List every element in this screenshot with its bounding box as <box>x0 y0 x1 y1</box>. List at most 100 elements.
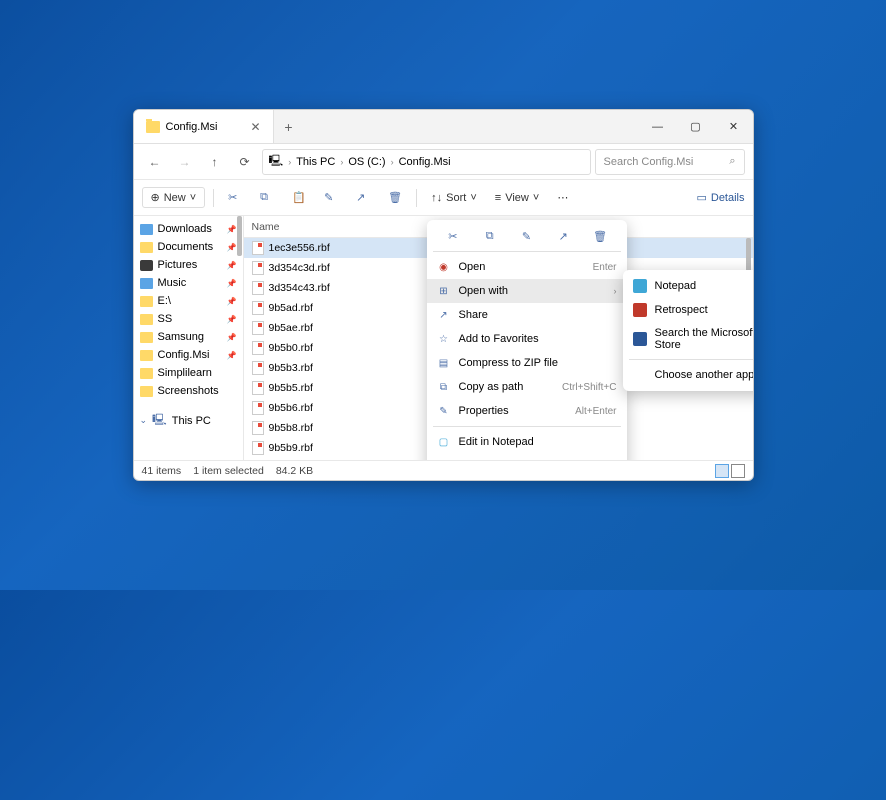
sidebar-item[interactable]: Documents📌 <box>134 238 243 256</box>
submenu-retrospect[interactable]: Retrospect <box>623 298 753 322</box>
breadcrumb[interactable]: 🖳 › This PC › OS (C:) › Config.Msi <box>262 149 591 175</box>
sidebar-item[interactable]: Screenshots <box>134 382 243 400</box>
sidebar-item[interactable]: Downloads📌 <box>134 220 243 238</box>
folder-icon <box>140 350 153 361</box>
folder-icon <box>140 368 153 379</box>
search-input[interactable]: Search Config.Msi ⌕ <box>595 149 745 175</box>
titlebar: Config.Msi ✕ + — ▢ ✕ <box>134 110 753 144</box>
trash-icon[interactable]: 🗑 <box>592 228 608 244</box>
retrospect-icon <box>633 303 647 317</box>
rename-icon: ✎ <box>324 191 338 205</box>
refresh-button[interactable]: ⟳ <box>232 149 258 175</box>
notepad-icon <box>633 279 647 293</box>
sidebar-item[interactable]: Simplilearn <box>134 364 243 382</box>
file-icon <box>252 261 264 275</box>
folder-icon <box>140 242 153 253</box>
folder-icon <box>140 386 153 397</box>
sidebar-item-thispc[interactable]: ⌄ 🖳 This PC <box>134 408 243 433</box>
pin-icon: 📌 <box>227 315 237 324</box>
ctx-share-skype[interactable]: ●Share with Skype <box>427 454 627 460</box>
status-selected: 1 item selected <box>193 465 264 477</box>
copy-path-icon: ⧉ <box>437 380 451 394</box>
file-explorer-window: Config.Msi ✕ + — ▢ ✕ ← → ↑ ⟳ 🖳 › This PC… <box>133 109 754 481</box>
tab-active[interactable]: Config.Msi ✕ <box>134 110 274 143</box>
share-icon: ↗ <box>437 308 451 322</box>
breadcrumb-segment[interactable]: OS (C:) <box>348 156 385 168</box>
zip-icon: ▤ <box>437 356 451 370</box>
breadcrumb-segment[interactable]: Config.Msi <box>399 156 451 168</box>
new-tab-button[interactable]: + <box>274 119 304 135</box>
status-item-count: 41 items <box>142 465 182 477</box>
maximize-button[interactable]: ▢ <box>677 110 715 144</box>
scrollbar[interactable] <box>237 216 242 256</box>
chevron-right-icon: › <box>337 157 346 167</box>
view-details-button[interactable] <box>715 464 729 478</box>
breadcrumb-segment[interactable]: This PC <box>296 156 335 168</box>
cut-icon[interactable]: ✂ <box>445 228 461 244</box>
sidebar-label: E:\ <box>158 295 171 307</box>
file-icon <box>252 361 264 375</box>
separator <box>416 189 417 207</box>
pin-icon: 📌 <box>227 351 237 360</box>
ctx-add-favorites[interactable]: ☆Add to Favorites <box>427 327 627 351</box>
status-bar: 41 items 1 item selected 84.2 KB <box>134 460 753 480</box>
new-button[interactable]: ⊕ New ˅ <box>142 187 206 208</box>
blank-icon <box>633 368 647 382</box>
submenu-store[interactable]: Search the Microsoft Store <box>623 322 753 356</box>
details-button[interactable]: ▭ Details <box>696 191 744 204</box>
more-button[interactable]: ⋯ <box>551 187 574 208</box>
context-icon-row: ✂ ⧉ ✎ ↗ 🗑 <box>427 224 627 248</box>
submenu-choose-app[interactable]: Choose another app <box>623 363 753 387</box>
sidebar-label: Documents <box>158 241 214 253</box>
view-thumbnails-button[interactable] <box>731 464 745 478</box>
sidebar-item[interactable]: SS📌 <box>134 310 243 328</box>
copy-icon[interactable]: ⧉ <box>482 228 498 244</box>
chevron-down-icon: ⌄ <box>140 415 148 426</box>
sort-button[interactable]: ↑↓ Sort ˅ <box>425 188 483 208</box>
sidebar-item[interactable]: Music📌 <box>134 274 243 292</box>
properties-icon: ✎ <box>437 404 451 418</box>
back-button[interactable]: ← <box>142 149 168 175</box>
delete-button[interactable]: 🗑 <box>382 187 408 209</box>
ctx-open[interactable]: ◉OpenEnter <box>427 255 627 279</box>
minimize-button[interactable]: — <box>639 110 677 144</box>
submenu-notepad[interactable]: Notepad <box>623 274 753 298</box>
paste-icon: 📋 <box>292 191 306 205</box>
address-bar: ← → ↑ ⟳ 🖳 › This PC › OS (C:) › Config.M… <box>134 144 753 180</box>
separator <box>213 189 214 207</box>
paste-button[interactable]: 📋 <box>286 187 312 209</box>
sidebar-item[interactable]: Config.Msi📌 <box>134 346 243 364</box>
folder-icon <box>140 314 153 325</box>
ctx-edit-notepad[interactable]: ▢Edit in Notepad <box>427 430 627 454</box>
ctx-open-with[interactable]: ⊞Open with› <box>427 279 627 303</box>
share-button[interactable]: ↗ <box>350 187 376 209</box>
share-icon[interactable]: ↗ <box>555 228 571 244</box>
skype-icon: ● <box>437 459 451 460</box>
pin-icon: 📌 <box>227 279 237 288</box>
rename-icon[interactable]: ✎ <box>518 228 534 244</box>
close-tab-icon[interactable]: ✕ <box>250 120 260 134</box>
sidebar-label: Screenshots <box>158 385 219 397</box>
sidebar-item[interactable]: E:\📌 <box>134 292 243 310</box>
copy-button[interactable]: ⧉ <box>254 187 280 209</box>
pin-icon: 📌 <box>227 261 237 270</box>
cut-button[interactable]: ✂ <box>222 187 248 209</box>
view-button[interactable]: ≡ View ˅ <box>489 188 546 208</box>
up-button[interactable]: ↑ <box>202 149 228 175</box>
sidebar: Downloads📌Documents📌Pictures📌Music📌E:\📌S… <box>134 216 244 460</box>
chevron-right-icon: › <box>285 157 294 167</box>
file-icon <box>252 421 264 435</box>
rename-button[interactable]: ✎ <box>318 187 344 209</box>
ctx-copy-path[interactable]: ⧉Copy as pathCtrl+Shift+C <box>427 375 627 399</box>
toolbar: ⊕ New ˅ ✂ ⧉ 📋 ✎ ↗ 🗑 ↑↓ Sort ˅ ≡ View ˅ ⋯… <box>134 180 753 216</box>
open-with-icon: ⊞ <box>437 284 451 298</box>
close-button[interactable]: ✕ <box>715 110 753 144</box>
ctx-compress-zip[interactable]: ▤Compress to ZIP file <box>427 351 627 375</box>
star-icon: ☆ <box>437 332 451 346</box>
sidebar-item[interactable]: Samsung📌 <box>134 328 243 346</box>
ctx-properties[interactable]: ✎PropertiesAlt+Enter <box>427 399 627 423</box>
ctx-share[interactable]: ↗Share <box>427 303 627 327</box>
file-icon <box>252 441 264 455</box>
sidebar-item[interactable]: Pictures📌 <box>134 256 243 274</box>
forward-button[interactable]: → <box>172 149 198 175</box>
